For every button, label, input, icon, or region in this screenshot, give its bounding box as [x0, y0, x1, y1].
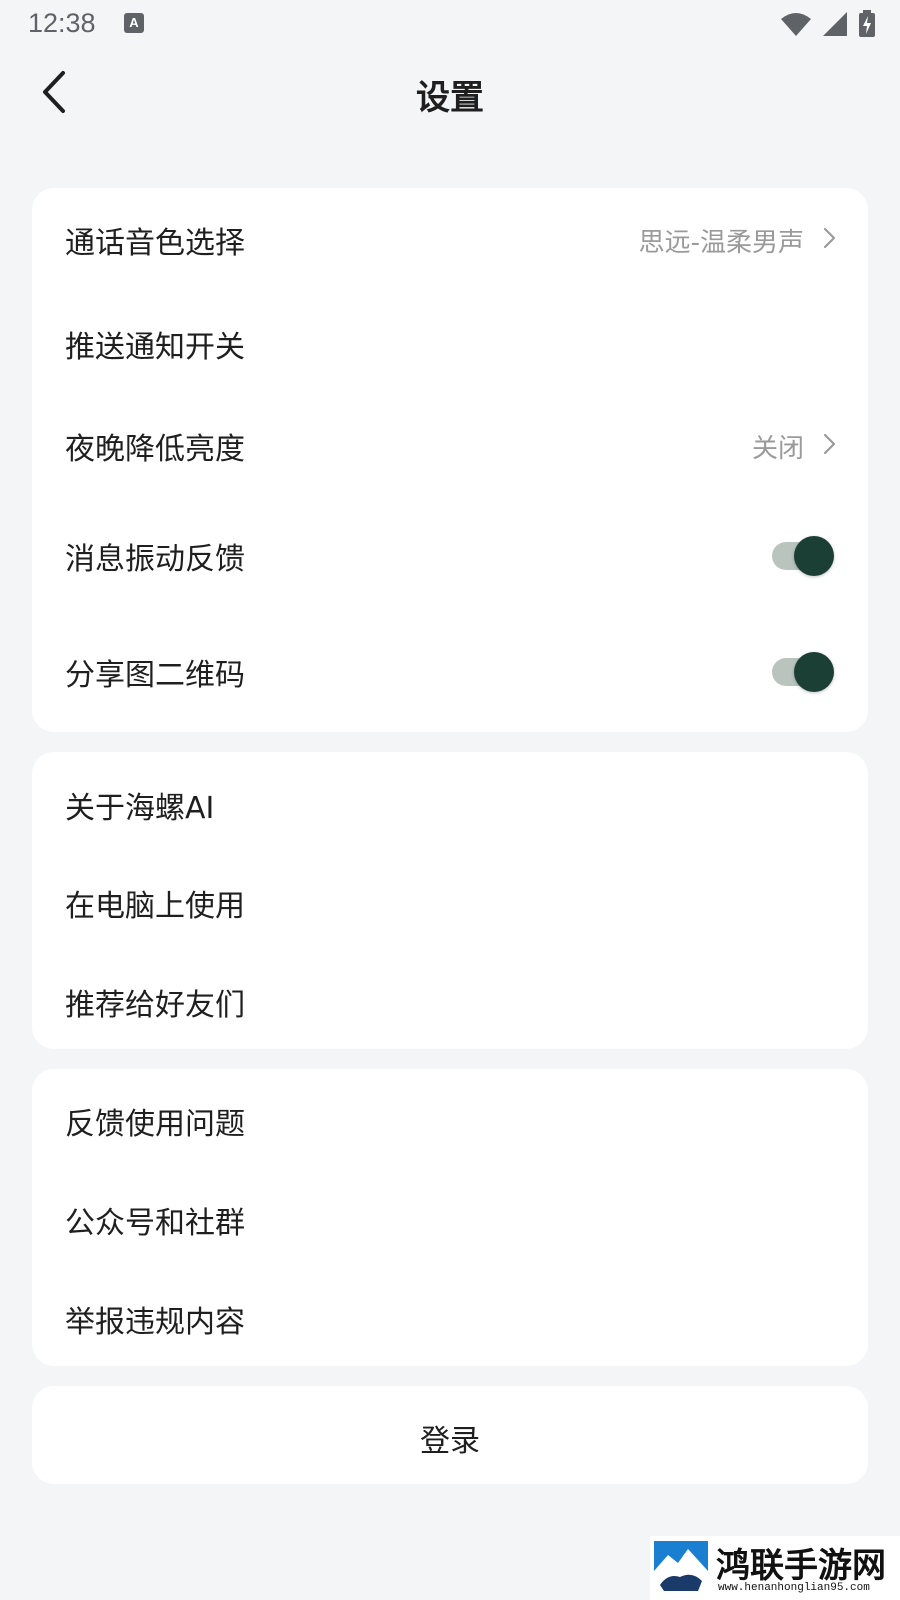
row-label: 在电脑上使用 [65, 889, 245, 924]
wifi-icon [781, 13, 811, 36]
login-label: 登录 [420, 1424, 480, 1459]
settings-card-support: 反馈使用问题 公众号和社群 举报违规内容 [32, 1069, 868, 1366]
qrcode-toggle[interactable] [770, 650, 836, 694]
row-vibration-feedback: 消息振动反馈 [32, 500, 868, 610]
status-icons [780, 10, 876, 38]
row-recommend-friends[interactable]: 推荐给好友们 [32, 949, 868, 1049]
row-official-account[interactable]: 公众号和社群 [32, 1167, 868, 1266]
status-bar: 12:38 A [0, 0, 900, 48]
row-label: 推送通知开关 [65, 330, 245, 365]
row-label: 分享图二维码 [65, 658, 245, 693]
watermark: 鸿联手游网 www.henanhonglian95.com [650, 1536, 900, 1600]
settings-card-about: 关于海螺AI 在电脑上使用 推荐给好友们 [32, 752, 868, 1049]
row-value: 关闭 [751, 434, 804, 464]
toggle-knob [794, 536, 834, 576]
settings-card-preferences: 通话音色选择 思远-温柔男声 推送通知开关 夜晚降低亮度 关闭 消息振动反馈 分… [32, 188, 868, 732]
row-label: 反馈使用问题 [65, 1107, 245, 1142]
chevron-right-icon [823, 227, 836, 249]
battery-charging-icon [859, 10, 875, 37]
row-use-on-computer[interactable]: 在电脑上使用 [32, 850, 868, 949]
text-a-icon: A [124, 13, 144, 33]
row-report-content[interactable]: 举报违规内容 [32, 1266, 868, 1366]
watermark-brand: 鸿联手游网 [716, 1546, 886, 1586]
row-value: 思远-温柔男声 [638, 228, 804, 258]
row-label: 通话音色选择 [65, 226, 245, 261]
row-label: 公众号和社群 [65, 1206, 245, 1241]
signal-icon [823, 12, 847, 36]
row-push-notification[interactable]: 推送通知开关 [32, 288, 868, 394]
status-time: 12:38 [28, 8, 96, 38]
row-label: 夜晚降低亮度 [65, 432, 245, 467]
row-share-qrcode: 分享图二维码 [32, 610, 868, 732]
page-title: 设置 [416, 78, 484, 118]
row-voice-selection[interactable]: 通话音色选择 思远-温柔男声 [32, 188, 868, 288]
settings-screen: 12:38 A 设置 通话音色选择 思远-温柔男声 推送通知开关 夜晚降低亮度 … [0, 0, 900, 1600]
chevron-right-icon [823, 433, 836, 455]
row-label: 推荐给好友们 [65, 988, 245, 1023]
watermark-url: www.henanhonglian95.com [718, 1582, 870, 1594]
toggle-knob [794, 652, 834, 692]
row-label: 关于海螺AI [65, 791, 215, 826]
header: 设置 [0, 48, 900, 136]
row-label: 举报违规内容 [65, 1305, 245, 1340]
row-about[interactable]: 关于海螺AI [32, 752, 868, 850]
row-night-brightness[interactable]: 夜晚降低亮度 关闭 [32, 394, 868, 500]
row-label: 消息振动反馈 [65, 542, 245, 577]
vibration-toggle[interactable] [770, 534, 836, 578]
row-feedback[interactable]: 反馈使用问题 [32, 1069, 868, 1167]
login-button[interactable]: 登录 [32, 1386, 868, 1484]
watermark-logo-icon [654, 1541, 708, 1595]
